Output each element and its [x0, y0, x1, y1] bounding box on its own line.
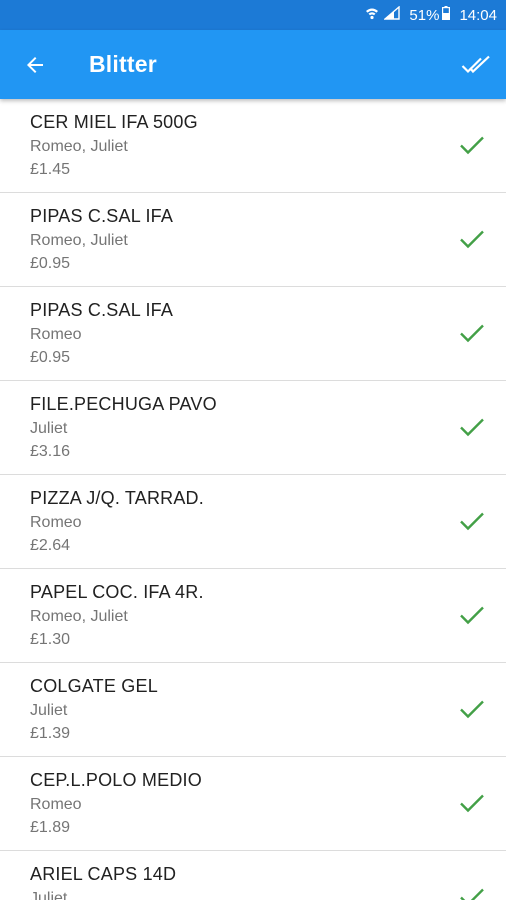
list-item[interactable]: FILE.PECHUGA PAVO Juliet £3.16 — [0, 381, 506, 475]
item-price: £1.30 — [30, 631, 71, 648]
item-name: PAPEL COC. IFA 4R. — [30, 582, 204, 602]
list-item[interactable]: CER MIEL IFA 500G Romeo, Juliet £1.45 — [0, 99, 506, 193]
item-name: CER MIEL IFA 500G — [30, 112, 198, 132]
item-price: £1.39 — [30, 725, 71, 742]
done-all-icon — [461, 55, 490, 74]
item-people: Romeo — [30, 514, 82, 531]
item-name: PIZZA J/Q. TARRAD. — [30, 488, 204, 508]
list-item[interactable]: ARIEL CAPS 14D Juliet — [0, 851, 506, 900]
item-people: Romeo — [30, 796, 82, 813]
item-people: Romeo — [30, 326, 82, 343]
item-price: £2.64 — [30, 537, 71, 554]
item-people: Juliet — [30, 420, 68, 437]
list-item[interactable]: PIZZA J/Q. TARRAD. Romeo £2.64 — [0, 475, 506, 569]
item-list: CER MIEL IFA 500G Romeo, Juliet £1.45 PIPAS… — [0, 99, 506, 900]
item-people: Romeo, Juliet — [30, 138, 128, 155]
app-bar: Blitter — [0, 30, 506, 99]
item-price: £1.89 — [30, 819, 71, 836]
app-title: Blitter — [89, 51, 157, 77]
item-name: PIPAS C.SAL IFA — [30, 206, 174, 226]
battery-percent: 51% — [409, 6, 440, 24]
list-item[interactable]: PIPAS C.SAL IFA Romeo, Juliet £0.95 — [0, 193, 506, 287]
item-people: Romeo, Juliet — [30, 232, 128, 249]
list-item[interactable]: PIPAS C.SAL IFA Romeo £0.95 — [0, 287, 506, 381]
list-item[interactable]: PAPEL COC. IFA 4R. Romeo, Juliet £1.30 — [0, 569, 506, 663]
check-icon[interactable] — [459, 603, 485, 627]
wifi-icon — [365, 6, 379, 24]
check-icon[interactable] — [459, 415, 485, 439]
item-name: CEP.L.POLO MEDIO — [30, 770, 202, 790]
list-item[interactable]: CEP.L.POLO MEDIO Romeo £1.89 — [0, 757, 506, 851]
list-item[interactable]: COLGATE GEL Juliet £1.39 — [0, 663, 506, 757]
check-icon[interactable] — [459, 227, 485, 251]
check-icon[interactable] — [459, 791, 485, 815]
check-icon[interactable] — [459, 321, 485, 345]
signal-icon — [383, 5, 401, 24]
status-bar: 51% 14:04 — [0, 0, 506, 30]
item-people: Romeo, Juliet — [30, 608, 128, 625]
item-name: FILE.PECHUGA PAVO — [30, 394, 217, 414]
back-button[interactable] — [18, 48, 52, 82]
arrow-back-icon — [27, 57, 43, 73]
battery-icon — [442, 6, 451, 24]
check-icon[interactable] — [459, 697, 485, 721]
select-all-button[interactable] — [458, 48, 494, 82]
status-time: 14:04 — [459, 6, 497, 24]
item-name: PIPAS C.SAL IFA — [30, 300, 174, 320]
check-icon[interactable] — [459, 885, 485, 900]
item-price: £0.95 — [30, 349, 71, 366]
item-price: £1.45 — [30, 161, 71, 178]
item-name: COLGATE GEL — [30, 676, 158, 696]
item-price: £0.95 — [30, 255, 71, 272]
check-icon[interactable] — [459, 509, 485, 533]
check-icon[interactable] — [459, 133, 485, 157]
item-name: ARIEL CAPS 14D — [30, 864, 177, 884]
item-people: Juliet — [30, 702, 68, 719]
item-people: Juliet — [30, 890, 68, 900]
item-price: £3.16 — [30, 443, 71, 460]
